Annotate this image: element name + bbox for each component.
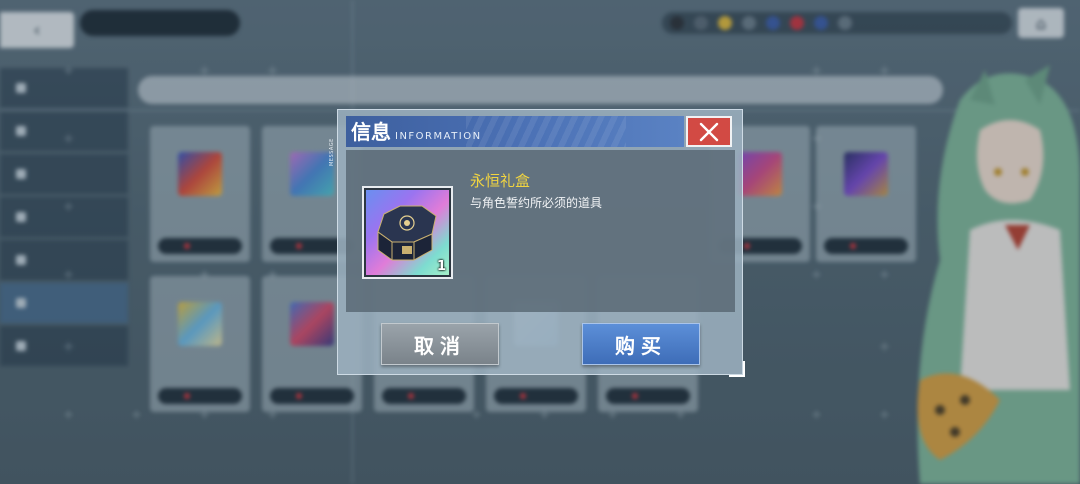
dialog-corner-accent xyxy=(729,361,745,377)
cancel-button[interactable]: 取消 xyxy=(381,323,499,365)
item-description: 与角色誓约所必须的道具 xyxy=(470,196,603,210)
item-slot-background: 1 xyxy=(366,190,449,275)
item-slot[interactable]: 1 xyxy=(362,186,453,279)
dialog-side-tag: MESSAGE xyxy=(329,138,335,166)
purchase-dialog: MESSAGE 信息 INFORMATION 1 永恒礼盒 与角色誓约所必须的道… xyxy=(329,109,745,377)
item-info-panel: 1 永恒礼盒 与角色誓约所必须的道具 xyxy=(346,150,735,312)
dialog-title-en: INFORMATION xyxy=(395,131,482,142)
dialog-title: 信息 xyxy=(351,120,391,144)
close-button[interactable] xyxy=(686,116,732,147)
buy-button[interactable]: 购买 xyxy=(582,323,700,365)
item-name: 永恒礼盒 xyxy=(470,172,531,190)
item-count: 1 xyxy=(436,259,446,274)
close-icon xyxy=(699,122,719,141)
dialog-header: 信息 INFORMATION xyxy=(346,116,684,147)
